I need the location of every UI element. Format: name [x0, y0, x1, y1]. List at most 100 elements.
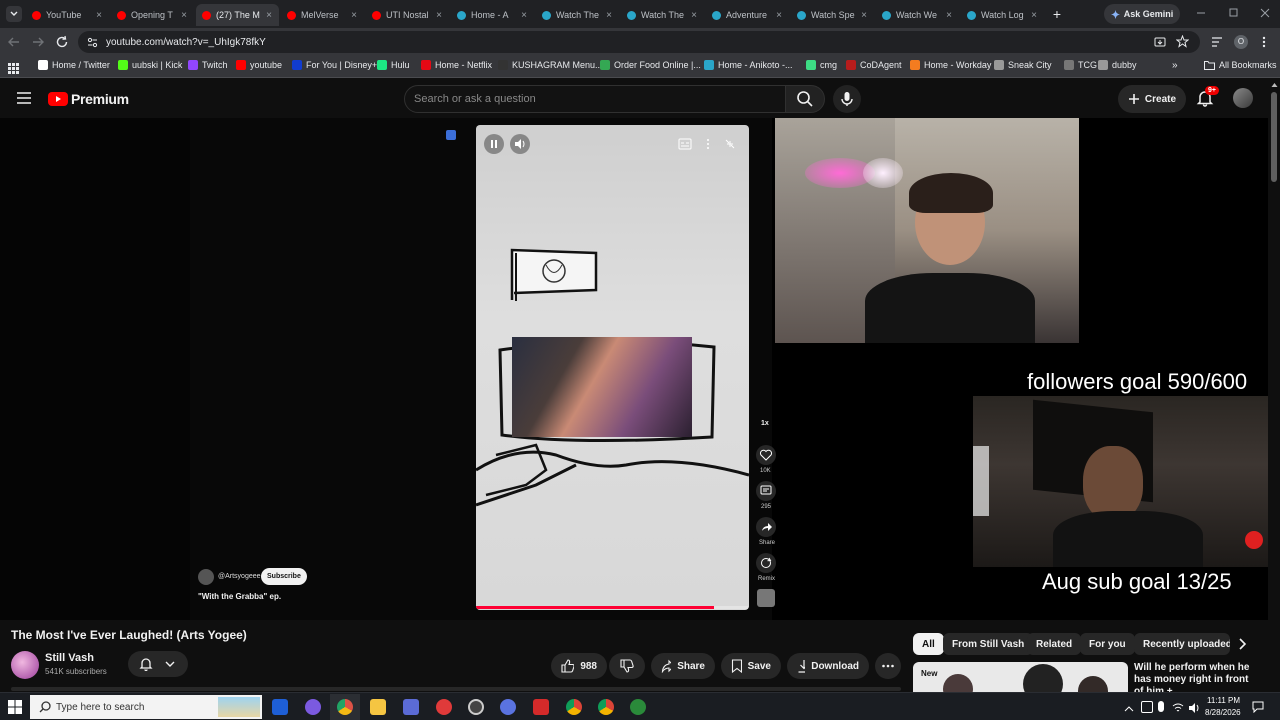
system-tray-expand[interactable] — [1124, 701, 1134, 712]
chip-for-you[interactable]: For you — [1080, 633, 1135, 655]
like-button[interactable]: 988 — [551, 653, 607, 679]
chip-from-channel[interactable]: From Still Vash — [943, 633, 1034, 655]
clock-time[interactable]: 11:11 PM — [1207, 696, 1240, 705]
bookmark-item[interactable]: Twitch — [188, 60, 228, 70]
chip-all[interactable]: All — [913, 633, 944, 655]
bookmark-star-button[interactable] — [1175, 34, 1190, 48]
channel-name[interactable]: Still Vash — [45, 652, 94, 664]
taskbar-file-explorer-icon[interactable] — [370, 699, 386, 715]
notification-center-button[interactable] — [1252, 700, 1264, 714]
close-window-button[interactable] — [1252, 4, 1278, 22]
bookmark-item[interactable]: Home - Netflix — [421, 60, 492, 70]
taskbar-search-box[interactable]: Type here to search — [30, 695, 262, 719]
short-remix-button[interactable] — [756, 553, 776, 573]
ask-gemini-button[interactable]: Ask Gemini — [1104, 4, 1180, 24]
back-button[interactable] — [6, 34, 22, 50]
youtube-premium-logo[interactable]: Premium — [48, 91, 129, 107]
short-more-button[interactable] — [704, 137, 712, 149]
bookmark-item[interactable]: Order Food Online |... — [600, 60, 701, 70]
chip-related[interactable]: Related — [1027, 633, 1082, 655]
voice-search-button[interactable] — [833, 85, 861, 113]
browser-tab[interactable]: Adventure × — [706, 4, 789, 26]
browser-menu-button[interactable] — [1258, 35, 1270, 49]
tab-search-button[interactable] — [6, 6, 22, 22]
browser-tab[interactable]: Watch Log × — [961, 4, 1044, 26]
microphone-tray-icon[interactable] — [1158, 701, 1164, 712]
chip-recently-uploaded[interactable]: Recently uploaded — [1134, 633, 1230, 655]
tab-close-icon[interactable]: × — [858, 10, 870, 21]
share-button[interactable]: Share — [651, 653, 715, 679]
taskbar-app-2-icon[interactable] — [305, 699, 321, 715]
account-avatar[interactable] — [1233, 88, 1253, 108]
bookmark-item[interactable]: Sneak City — [994, 60, 1052, 70]
page-scrollbar[interactable] — [1268, 78, 1280, 692]
tab-close-icon[interactable]: × — [348, 10, 360, 21]
install-app-button[interactable] — [1154, 36, 1166, 48]
tab-close-icon[interactable]: × — [518, 10, 530, 21]
new-tab-button[interactable]: + — [1048, 4, 1066, 24]
subscribed-notifications-button[interactable] — [128, 651, 188, 677]
all-bookmarks-folder[interactable]: All Bookmarks — [1204, 60, 1277, 70]
browser-tab[interactable]: Opening T × — [111, 4, 194, 26]
bookmark-item[interactable]: Home / Twitter — [38, 60, 110, 70]
more-actions-button[interactable] — [875, 653, 901, 679]
tab-close-icon[interactable]: × — [603, 10, 615, 21]
scrollbar-thumb[interactable] — [1271, 92, 1277, 182]
dislike-button[interactable] — [609, 653, 645, 679]
chips-next-button[interactable] — [1234, 636, 1250, 652]
browser-tab[interactable]: Watch Spe × — [791, 4, 874, 26]
tab-close-icon[interactable]: × — [773, 10, 785, 21]
taskbar-app-8-icon[interactable] — [500, 699, 516, 715]
bookmark-item[interactable]: Home - Workday — [910, 60, 991, 70]
tab-close-icon[interactable]: × — [688, 10, 700, 21]
short-pause-button[interactable] — [484, 134, 504, 154]
taskbar-chrome-2-icon[interactable] — [566, 699, 582, 715]
short-like-button[interactable] — [756, 445, 776, 465]
tab-close-icon[interactable]: × — [263, 10, 275, 21]
volume-tray-icon[interactable] — [1188, 701, 1200, 713]
taskbar-chrome-3-icon[interactable] — [598, 699, 614, 715]
short-comment-button[interactable] — [756, 481, 776, 501]
bookmark-item[interactable]: KUSHAGRAM Menu... — [498, 60, 603, 70]
browser-tab[interactable]: (27) The M × — [196, 4, 279, 26]
taskbar-app-9-icon[interactable] — [533, 699, 549, 715]
restore-window-button[interactable] — [1220, 4, 1246, 22]
bookmark-item[interactable]: youtube — [236, 60, 282, 70]
bookmark-item[interactable]: For You | Disney+ — [292, 60, 377, 70]
reload-button[interactable] — [54, 34, 70, 50]
browser-tab[interactable]: UTI Nostal × — [366, 4, 449, 26]
search-button[interactable] — [785, 85, 825, 113]
browser-tab[interactable]: Home - A × — [451, 4, 534, 26]
short-collapse-button[interactable] — [724, 137, 736, 149]
tab-close-icon[interactable]: × — [433, 10, 445, 21]
create-button[interactable]: Create — [1118, 85, 1186, 113]
bookmark-item[interactable]: TCG — [1064, 60, 1097, 70]
apps-button[interactable] — [8, 61, 19, 74]
notifications-button[interactable]: 9+ — [1196, 86, 1219, 109]
clock-date[interactable]: 8/28/2026 — [1205, 708, 1241, 717]
taskbar-media-icon[interactable] — [436, 699, 452, 715]
taskbar-gamepad-icon[interactable] — [403, 699, 419, 715]
reading-list-button[interactable] — [1210, 35, 1224, 49]
profile-avatar[interactable]: O — [1234, 35, 1248, 49]
tab-close-icon[interactable]: × — [943, 10, 955, 21]
search-input[interactable]: Search or ask a question — [404, 85, 786, 113]
recommended-title[interactable]: Will he perform when he has money right … — [1134, 662, 1260, 692]
save-button[interactable]: Save — [721, 653, 781, 679]
guide-menu-button[interactable] — [16, 90, 32, 106]
short-sound-thumbnail[interactable] — [757, 589, 775, 607]
tab-close-icon[interactable]: × — [1028, 10, 1040, 21]
bookmark-item[interactable]: uubski | Kick — [118, 60, 182, 70]
channel-avatar[interactable] — [11, 651, 39, 679]
bookmark-item[interactable]: cmg — [806, 60, 837, 70]
bookmark-item[interactable]: Hulu — [377, 60, 410, 70]
bookmark-item[interactable]: dubby — [1098, 60, 1137, 70]
download-button[interactable]: Download — [787, 653, 869, 679]
short-progress-bar[interactable] — [476, 606, 749, 609]
tab-close-icon[interactable]: × — [93, 10, 105, 21]
taskbar-app-7-icon[interactable] — [468, 699, 484, 715]
recommended-thumbnail[interactable]: New — [913, 662, 1128, 692]
taskbar-clock-app-icon[interactable] — [630, 699, 646, 715]
bookmark-item[interactable]: Home - Anikoto -... — [704, 60, 793, 70]
minimize-window-button[interactable] — [1188, 4, 1214, 22]
